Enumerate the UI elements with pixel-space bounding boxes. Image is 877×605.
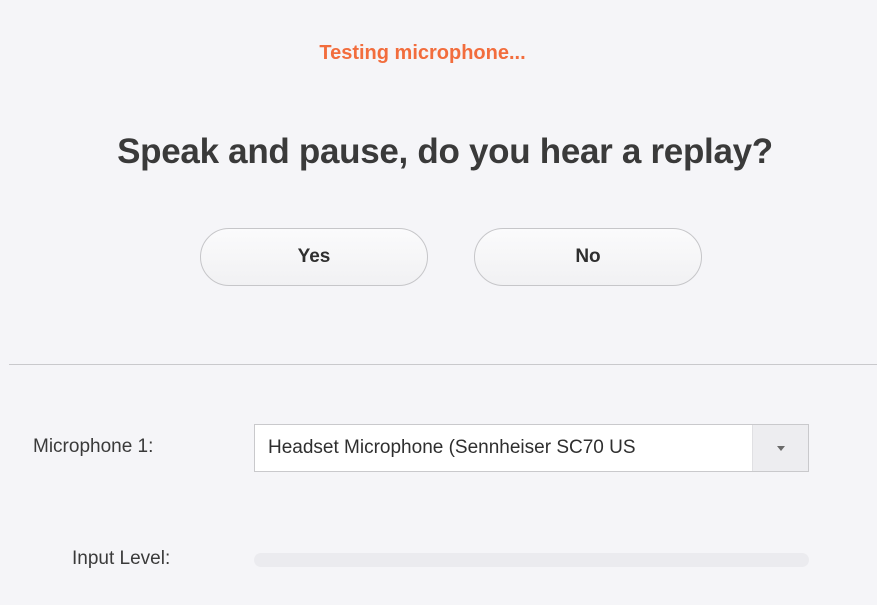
testing-status: Testing microphone...	[319, 42, 526, 64]
input-level-label: Input Level:	[72, 548, 171, 569]
input-level-meter	[254, 553, 809, 567]
microphone-label: Microphone 1:	[33, 436, 154, 457]
section-divider	[9, 364, 877, 365]
yes-button[interactable]: Yes	[200, 228, 428, 286]
no-button[interactable]: No	[474, 228, 702, 286]
microphone-value: Headset Microphone (Sennheiser SC70 US	[268, 437, 636, 458]
replay-question: Speak and pause, do you hear a replay?	[117, 132, 773, 171]
microphone-dropdown-button[interactable]	[752, 425, 808, 471]
chevron-down-icon	[776, 445, 785, 451]
microphone-select[interactable]: Headset Microphone (Sennheiser SC70 US	[254, 424, 809, 472]
